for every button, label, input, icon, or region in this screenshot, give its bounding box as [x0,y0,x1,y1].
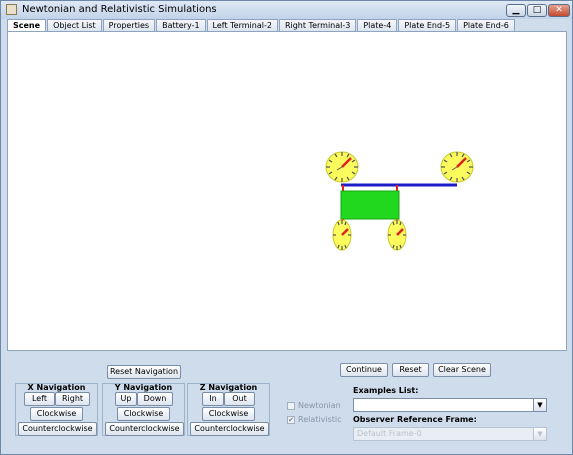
maximize-button[interactable]: □ [527,4,547,17]
z-navigation-group: Z Navigation In Out Clockwise Counterclo… [187,383,270,436]
z-in-button[interactable]: In [202,392,224,406]
clear-scene-button[interactable]: Clear Scene [433,363,491,377]
chevron-down-icon[interactable]: ▼ [533,399,546,411]
x-clockwise-button[interactable]: Clockwise [30,407,83,421]
tab-battery-1[interactable]: Battery-1 [156,19,206,31]
y-navigation-title: Y Navigation [114,383,173,392]
z-clockwise-button[interactable]: Clockwise [202,407,255,421]
y-up-button[interactable]: Up [115,392,137,406]
battery-body [340,190,400,220]
relativistic-checkbox[interactable]: ✔ Relativistic [287,415,342,424]
observer-frame-dropdown[interactable]: Default Frame-0 ▼ [353,427,547,441]
tab-left-terminal-2[interactable]: Left Terminal-2 [206,19,278,31]
z-navigation-title: Z Navigation [199,383,258,392]
reset-navigation-button[interactable]: Reset Navigation [107,365,181,379]
clock-icon [332,219,352,251]
clock-icon [387,219,407,251]
scene-drawing [325,151,474,251]
y-navigation-group: Y Navigation Up Down Clockwise Countercl… [102,383,185,436]
tab-object-list[interactable]: Object List [47,19,102,31]
newtonian-checkbox[interactable]: Newtonian [287,401,341,410]
control-panel: Reset Navigation X Navigation Left Right… [7,353,567,453]
app-window: Newtonian and Relativistic Simulations ▁… [0,0,573,455]
close-button[interactable]: ✕ [548,4,570,17]
relativistic-label: Relativistic [298,415,342,424]
chevron-down-icon[interactable]: ▼ [533,428,546,440]
tab-right-terminal-3[interactable]: Right Terminal-3 [278,19,357,31]
examples-list-dropdown[interactable]: ▼ [353,398,547,412]
x-navigation-group: X Navigation Left Right Clockwise Counte… [15,383,98,436]
tab-properties[interactable]: Properties [102,19,156,31]
scene-canvas[interactable] [7,31,567,351]
minimize-button[interactable]: ▁ [506,4,526,17]
tab-plate-end-5[interactable]: Plate End-5 [398,19,457,31]
z-out-button[interactable]: Out [224,392,255,406]
check-icon[interactable]: ✔ [287,415,295,424]
y-counterclockwise-button[interactable]: Counterclockwise [105,422,184,436]
x-left-button[interactable]: Left [24,392,55,406]
reset-button[interactable]: Reset [392,363,429,377]
z-counterclockwise-button[interactable]: Counterclockwise [190,422,269,436]
y-down-button[interactable]: Down [137,392,173,406]
tab-bar: Scene Object List Properties Battery-1 L… [7,19,516,32]
clock-icon [325,151,359,183]
tab-plate-4[interactable]: Plate-4 [357,19,398,31]
x-counterclockwise-button[interactable]: Counterclockwise [18,422,97,436]
x-navigation-title: X Navigation [27,383,86,392]
observer-frame-value: Default Frame-0 [357,429,422,438]
newtonian-label: Newtonian [298,401,341,410]
java-app-icon [6,4,17,15]
tab-plate-end-6[interactable]: Plate End-6 [457,19,515,31]
y-clockwise-button[interactable]: Clockwise [117,407,170,421]
continue-button[interactable]: Continue [340,363,388,377]
observer-frame-label: Observer Reference Frame: [353,415,477,424]
x-right-button[interactable]: Right [55,392,90,406]
examples-list-label: Examples List: [353,386,419,395]
window-title: Newtonian and Relativistic Simulations [22,4,217,15]
newtonian-checkbox-box[interactable] [287,401,295,410]
title-bar: Newtonian and Relativistic Simulations ▁… [1,1,572,19]
clock-icon [440,151,474,183]
